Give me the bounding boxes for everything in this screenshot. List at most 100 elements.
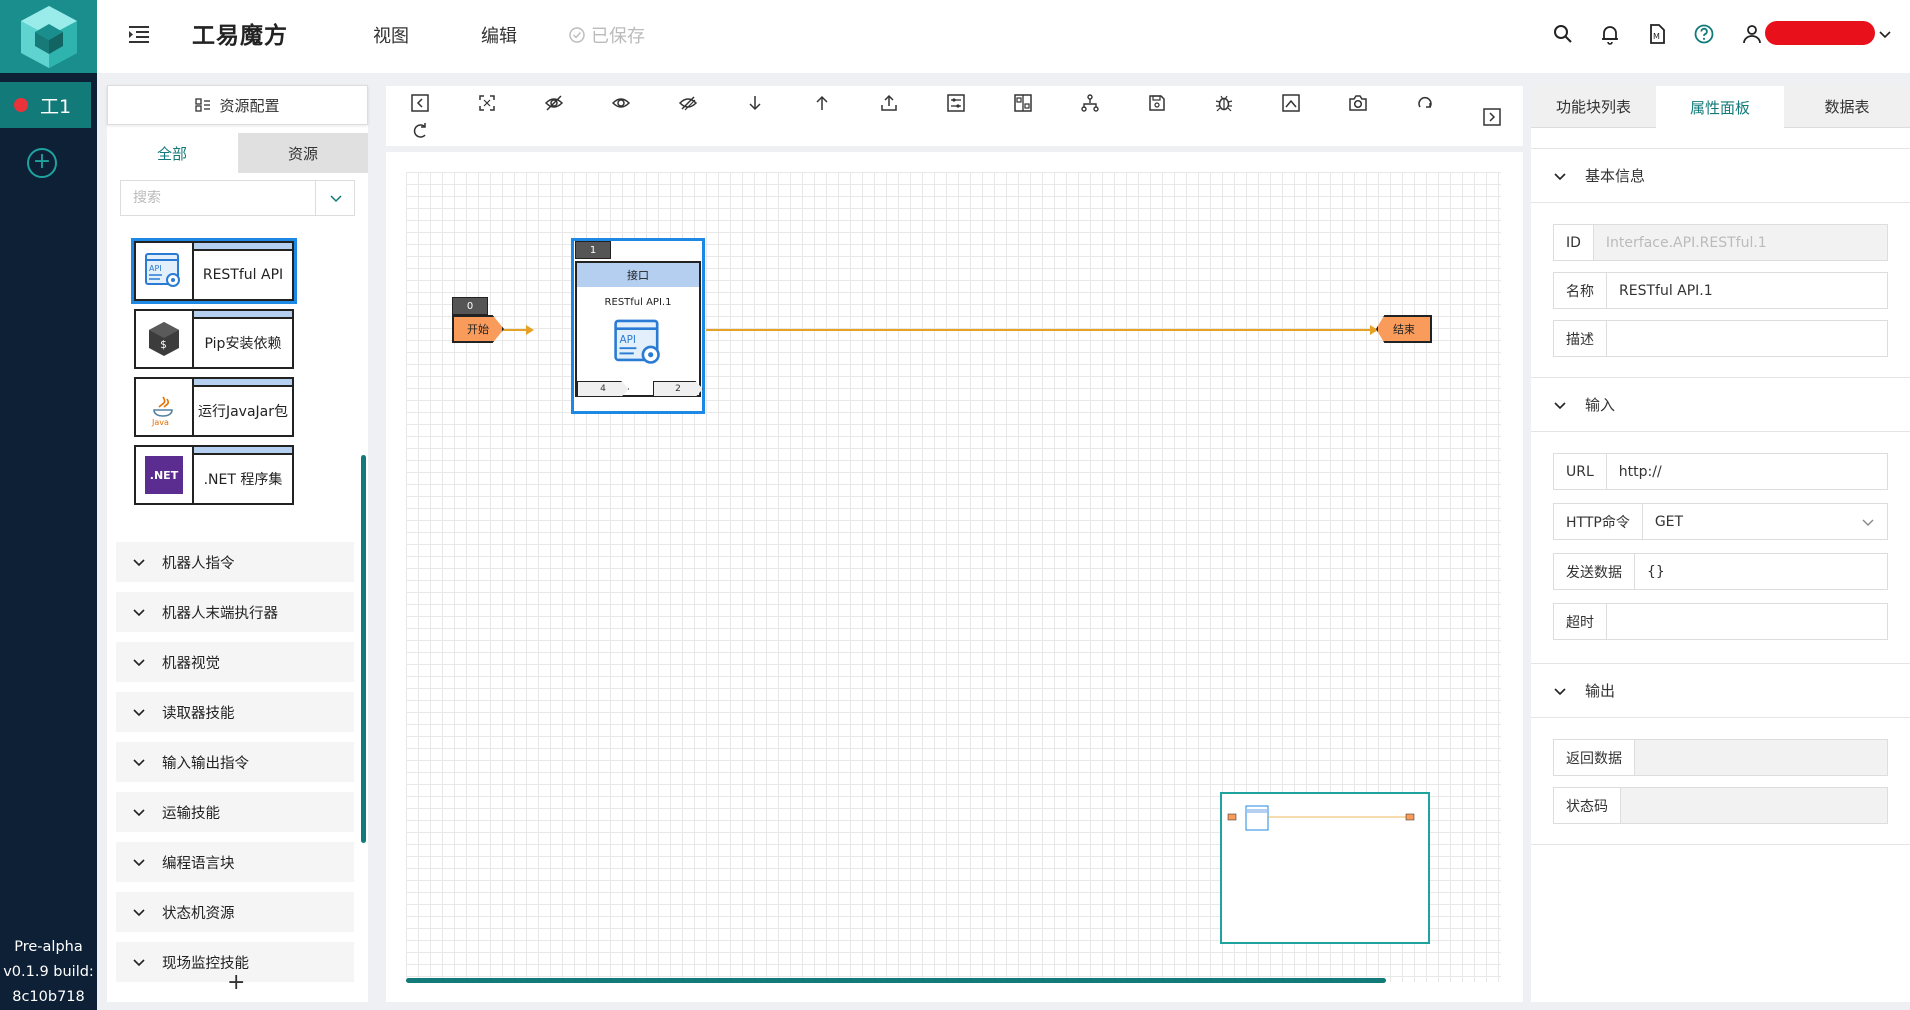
svg-text:API: API [620, 334, 636, 346]
field-timeout-input[interactable] [1607, 604, 1887, 639]
left-scrollbar[interactable] [361, 455, 366, 843]
user-icon[interactable] [1741, 23, 1763, 45]
canvas-horizontal-scrollbar[interactable] [406, 978, 1386, 983]
minimap-start-node [1227, 813, 1237, 821]
version-line: v0.1.9 build: [3, 964, 94, 980]
section-basic-info[interactable]: 基本信息 [1531, 148, 1910, 203]
category-programming-blocks[interactable]: 编程语言块 [116, 842, 354, 882]
version-line: 8c10b718 [12, 989, 85, 1005]
field-url-input[interactable]: http:// [1607, 454, 1887, 489]
document-icon[interactable]: M [1646, 23, 1668, 45]
image-icon[interactable] [1281, 93, 1301, 113]
block-label: 运行JavaJar包 [197, 404, 289, 420]
field-http-method-select[interactable]: GET [1643, 504, 1887, 539]
category-reader-skills[interactable]: 读取器技能 [116, 692, 354, 732]
block-restful-api[interactable]: API RESTful API [131, 238, 297, 304]
add-work-button[interactable]: + [27, 148, 57, 178]
tab-properties[interactable]: 属性面板 [1657, 86, 1783, 128]
block-stripe [194, 243, 292, 251]
section-label: 输出 [1585, 682, 1616, 700]
camera-icon[interactable] [1348, 93, 1368, 113]
chevron-down-icon[interactable] [1877, 26, 1893, 42]
category-label: 运输技能 [162, 805, 220, 822]
restful-api-node[interactable]: 1 接口 RESTful API.1 API 4 2 [571, 238, 705, 414]
section-output[interactable]: 输出 [1531, 663, 1910, 718]
field-id-label: ID [1554, 225, 1594, 260]
tab-resources[interactable]: 资源 [238, 133, 368, 173]
block-run-javajar[interactable]: Java 运行JavaJar包 [134, 377, 294, 437]
search-filter-dropdown[interactable] [315, 181, 355, 215]
arrow-down-icon[interactable] [745, 93, 765, 113]
chevron-down-icon [133, 759, 145, 767]
block-pip-install[interactable]: $ Pip安装依赖 [134, 309, 294, 369]
collapse-left-icon[interactable] [410, 93, 430, 113]
java-icon-text: Java [151, 418, 169, 427]
chevron-down-icon [1862, 519, 1874, 526]
help-icon[interactable] [1693, 23, 1715, 45]
refresh-icon[interactable] [410, 121, 430, 141]
username-redacted[interactable] [1765, 21, 1875, 45]
category-end-effectors[interactable]: 机器人末端执行器 [116, 592, 354, 632]
hide-all-icon[interactable] [678, 93, 698, 113]
end-node[interactable]: 结束 [1376, 315, 1432, 343]
flow-canvas[interactable]: 0 开始 1 接口 RESTful API.1 API 4 2 结束 [386, 152, 1523, 1002]
api-icon: API [614, 319, 660, 364]
node-body: RESTful API.1 API 4 2 [575, 287, 703, 397]
expand-right-icon[interactable] [1482, 107, 1502, 127]
bell-icon[interactable] [1599, 23, 1621, 45]
category-robot-commands[interactable]: 机器人指令 [116, 542, 354, 582]
hierarchy-icon[interactable] [1080, 93, 1100, 113]
field-description-input[interactable] [1607, 321, 1887, 356]
field-status-code-value [1621, 788, 1887, 823]
add-resource-button[interactable]: + [227, 970, 245, 995]
category-io-commands[interactable]: 输入输出指令 [116, 742, 354, 782]
layout-icon[interactable] [1013, 93, 1033, 113]
hide-icon[interactable] [544, 93, 564, 113]
menu-edit[interactable]: 编辑 [481, 22, 517, 48]
category-transport-skills[interactable]: 运输技能 [116, 792, 354, 832]
node-in-port[interactable]: 4 [577, 381, 629, 397]
http-method-value: GET [1654, 513, 1684, 530]
java-icon: Java [136, 379, 194, 435]
menu-toggle-icon[interactable] [127, 22, 151, 46]
field-send-data-input[interactable]: {} [1635, 554, 1887, 589]
block-stripe [194, 379, 292, 387]
upload-icon[interactable] [879, 93, 899, 113]
block-stripe [194, 447, 292, 455]
category-label: 读取器技能 [162, 705, 235, 722]
category-state-machine[interactable]: 状态机资源 [116, 892, 354, 932]
search-icon[interactable] [1552, 23, 1574, 45]
work-tab[interactable]: 工1 [0, 82, 91, 128]
tab-all[interactable]: 全部 [107, 133, 237, 173]
field-url-label: URL [1554, 454, 1607, 489]
node-out-port[interactable]: 2 [653, 381, 703, 397]
tab-block-list[interactable]: 功能块列表 [1531, 86, 1656, 128]
minimap-preview [1227, 805, 1415, 831]
section-input[interactable]: 输入 [1531, 377, 1910, 432]
settings-sliders-icon[interactable] [946, 93, 966, 113]
save-icon[interactable] [1147, 93, 1167, 113]
redo-icon[interactable] [1415, 93, 1435, 113]
fit-screen-icon[interactable] [477, 93, 497, 113]
field-name-label: 名称 [1554, 273, 1607, 308]
resource-config-button[interactable]: 资源配置 [107, 85, 368, 125]
category-machine-vision[interactable]: 机器视觉 [116, 642, 354, 682]
debug-icon[interactable] [1214, 93, 1234, 113]
node-header: 接口 [575, 261, 701, 289]
menu-view[interactable]: 视图 [373, 22, 409, 48]
block-dotnet-assembly[interactable]: .NET .NET 程序集 [134, 445, 294, 505]
arrow-up-icon[interactable] [812, 93, 832, 113]
show-icon[interactable] [611, 93, 631, 113]
category-label: 编程语言块 [162, 855, 235, 872]
check-circle-icon [569, 27, 585, 43]
tab-data-table[interactable]: 数据表 [1784, 86, 1910, 128]
chevron-down-icon [1554, 687, 1566, 695]
field-name: 名称 RESTful API.1 [1553, 272, 1888, 309]
svg-text:API: API [149, 264, 162, 273]
canvas-minimap[interactable] [1220, 792, 1430, 944]
field-name-input[interactable]: RESTful API.1 [1607, 273, 1887, 308]
search-input[interactable] [121, 181, 315, 215]
section-label: 基本信息 [1585, 167, 1646, 185]
block-label: Pip安装依赖 [204, 336, 282, 352]
field-description-label: 描述 [1554, 321, 1607, 356]
